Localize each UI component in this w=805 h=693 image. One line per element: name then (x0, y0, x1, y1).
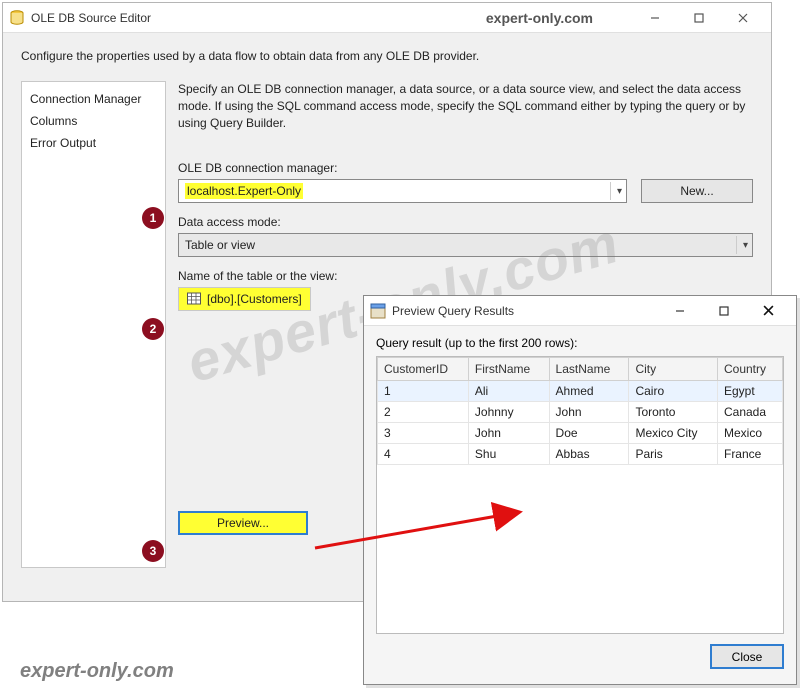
table-row[interactable]: 3JohnDoeMexico CityMexico (378, 423, 783, 444)
close-button[interactable]: Close (710, 644, 784, 669)
preview-close-button[interactable] (746, 297, 790, 325)
brand-text: expert-only.com (486, 10, 593, 26)
mode-label: Data access mode: (178, 215, 753, 229)
minimize-button[interactable] (633, 4, 677, 32)
chevron-down-icon: ▾ (610, 182, 622, 200)
badge-1: 1 (142, 207, 164, 229)
preview-maximize-button[interactable] (702, 297, 746, 325)
badge-2: 2 (142, 318, 164, 340)
chevron-down-icon: ▾ (736, 236, 748, 254)
mode-value: Table or view (185, 238, 255, 252)
table-icon (187, 292, 201, 306)
nav-columns[interactable]: Columns (30, 110, 157, 132)
nav-connection-manager[interactable]: Connection Manager (30, 88, 157, 110)
column-header[interactable]: FirstName (468, 358, 549, 381)
nav-error-output[interactable]: Error Output (30, 132, 157, 154)
intro-text: Configure the properties used by a data … (21, 49, 753, 63)
table-combobox[interactable]: [dbo].[Customers] (178, 287, 311, 311)
preview-titlebar: Preview Query Results (364, 296, 796, 326)
close-button[interactable] (721, 4, 765, 32)
preview-minimize-button[interactable] (658, 297, 702, 325)
database-icon (9, 10, 25, 26)
preview-window: Preview Query Results Query result (up t… (363, 295, 797, 685)
preview-button[interactable]: Preview... (178, 511, 308, 535)
table-value: [dbo].[Customers] (207, 292, 302, 306)
results-grid[interactable]: CustomerIDFirstNameLastNameCityCountry 1… (376, 356, 784, 634)
conn-label: OLE DB connection manager: (178, 161, 753, 175)
result-label: Query result (up to the first 200 rows): (376, 336, 784, 350)
window-title: OLE DB Source Editor (31, 11, 151, 25)
table-label: Name of the table or the view: (178, 269, 753, 283)
new-button[interactable]: New... (641, 179, 753, 203)
table-row[interactable]: 2JohnnyJohnTorontoCanada (378, 402, 783, 423)
conn-combobox[interactable]: localhost.Expert-Only ▾ (178, 179, 627, 203)
table-row[interactable]: 4ShuAbbasParisFrance (378, 444, 783, 465)
footer-mark: expert-only.com (20, 660, 174, 683)
column-header[interactable]: City (629, 358, 718, 381)
badge-3: 3 (142, 540, 164, 562)
column-header[interactable]: Country (717, 358, 782, 381)
conn-value: localhost.Expert-Only (185, 183, 303, 199)
results-table: CustomerIDFirstNameLastNameCityCountry 1… (377, 357, 783, 465)
column-header[interactable]: LastName (549, 358, 629, 381)
titlebar: OLE DB Source Editor expert-only.com (3, 3, 771, 33)
table-row[interactable]: 1AliAhmedCairoEgypt (378, 381, 783, 402)
form-icon (370, 303, 386, 319)
help-text: Specify an OLE DB connection manager, a … (178, 81, 753, 131)
column-header[interactable]: CustomerID (378, 358, 469, 381)
preview-title: Preview Query Results (392, 304, 514, 318)
mode-combobox[interactable]: Table or view ▾ (178, 233, 753, 257)
maximize-button[interactable] (677, 4, 721, 32)
